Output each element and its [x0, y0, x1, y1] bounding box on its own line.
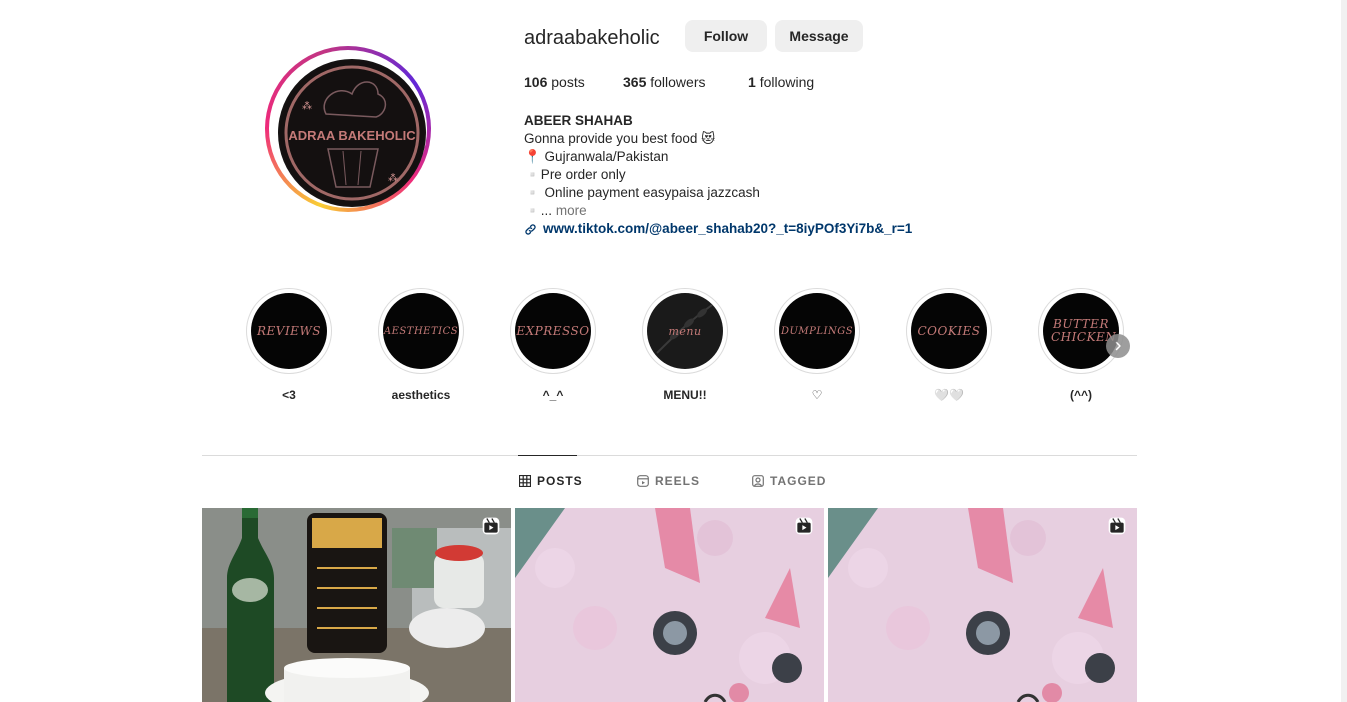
tabs-divider [202, 455, 1137, 456]
highlight-label: <3 [282, 388, 296, 402]
svg-text:⁂: ⁂ [302, 100, 312, 112]
story-highlight[interactable]: DUMPLINGS ♡ [774, 288, 860, 403]
link-icon [525, 223, 536, 235]
profile-full-name: ABEER SHAHAB [524, 113, 633, 128]
followers-link[interactable]: 365 followers [623, 74, 706, 90]
highlight-label: ♡ [811, 388, 823, 402]
follow-button[interactable]: Follow [685, 20, 767, 52]
highlight-label: (^^) [1069, 388, 1092, 402]
bio-line: 📍 Gujranwala/Pakistan [524, 149, 669, 164]
bio-line: ▫️... more [524, 203, 587, 218]
post-thumbnail[interactable] [828, 508, 1137, 702]
highlight-label: ^_^ [542, 388, 564, 402]
following-link[interactable]: 1 following [748, 74, 814, 90]
highlight-label: MENU!! [663, 388, 707, 402]
tab-reels[interactable]: REELS [637, 474, 700, 488]
post-thumbnail[interactable] [202, 508, 511, 702]
post-thumbnail[interactable] [515, 508, 824, 702]
svg-text:⁂: ⁂ [388, 172, 398, 184]
highlight-cover-text: DUMPLINGS [780, 325, 854, 337]
svg-text:ADRAA BAKEHOLIC: ADRAA BAKEHOLIC [288, 128, 416, 143]
highlight-label: 🤍🤍 [934, 388, 964, 402]
post-image-bunny-cake [828, 508, 1137, 702]
grid-icon [519, 475, 531, 487]
story-highlight[interactable]: REVIEWS <3 [246, 288, 332, 403]
post-image-bunny-cake [515, 508, 824, 702]
story-highlight[interactable]: COOKIES 🤍🤍 [906, 288, 992, 403]
story-highlight[interactable]: menu MENU!! [642, 288, 728, 403]
profile-bio: ABEER SHAHAB Gonna provide you best food… [524, 112, 1024, 238]
profile-username: adraabakeholic [524, 27, 660, 49]
reel-badge-icon [482, 517, 500, 535]
highlight-label: aesthetics [391, 388, 451, 402]
active-tab-indicator [518, 455, 577, 456]
bio-line: ▫️Pre order only [524, 167, 626, 182]
tab-tagged[interactable]: TAGGED [752, 474, 826, 488]
bio-line: ▫️ Online payment easypaisa jazzcash [524, 185, 760, 200]
story-highlight[interactable]: EXPRESSO ^_^ [510, 288, 596, 403]
highlight-cover-text: menu [668, 324, 702, 338]
posts-count: 106 posts [524, 74, 585, 90]
bio-external-link[interactable]: www.tiktok.com/@abeer_shahab20?_t=8iyPOf… [524, 220, 1024, 238]
tab-posts[interactable]: POSTS [519, 474, 583, 488]
highlight-cover-text: BUTTER CHICKEN [1051, 317, 1117, 344]
highlight-cover-text: AESTHETICS [383, 325, 459, 337]
page-scrollbar[interactable] [1341, 0, 1347, 702]
tagged-icon [752, 475, 764, 487]
message-button[interactable]: Message [775, 20, 863, 52]
story-highlight[interactable]: AESTHETICS aesthetics [378, 288, 464, 403]
cupcake-logo: ADRAA BAKEHOLIC ⁂ ⁂ [280, 61, 424, 205]
highlight-cover-text: COOKIES [917, 323, 981, 338]
reels-icon [637, 475, 649, 487]
reel-badge-icon [1108, 517, 1126, 535]
reel-badge-icon [795, 517, 813, 535]
chevron-right-icon [1115, 341, 1121, 351]
highlights-next-button[interactable] [1106, 334, 1130, 358]
highlight-cover-text: EXPRESSO [516, 323, 590, 338]
profile-avatar[interactable]: ADRAA BAKEHOLIC ⁂ ⁂ [265, 46, 431, 212]
highlight-cover-text: REVIEWS [256, 323, 321, 338]
bio-line: Gonna provide you best food 😻 [524, 131, 716, 146]
bio-more-link[interactable]: more [556, 203, 587, 218]
post-image-cake-table [202, 508, 511, 702]
